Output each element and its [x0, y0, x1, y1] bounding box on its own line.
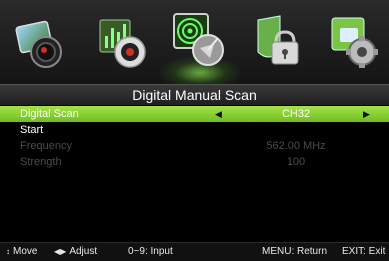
menu-row-strength: Strength 100 — [0, 154, 389, 170]
arrow-right-icon[interactable]: ▶ — [363, 106, 370, 122]
channel-icon — [173, 13, 224, 66]
help-move-label: Move — [13, 246, 38, 257]
tab-sound[interactable] — [96, 14, 150, 72]
page-title: Digital Manual Scan — [132, 87, 257, 103]
title-bar: Digital Manual Scan — [0, 84, 389, 105]
menu-row-start[interactable]: Start — [0, 122, 389, 138]
setup-icon — [331, 17, 378, 68]
help-input: 0~9: Input — [128, 246, 173, 257]
menu-row-label: Frequency — [20, 140, 72, 152]
tab-channel[interactable] — [170, 8, 230, 72]
help-exit: EXIT: Exit — [342, 246, 386, 257]
menu-row-digital-scan[interactable]: Digital Scan ◀ CH32 ▶ — [0, 106, 389, 122]
menu-row-value: CH32 — [281, 108, 311, 120]
left-right-arrow-icon: ◀▶ — [54, 247, 67, 256]
tv-menu-screen: Digital Manual Scan Digital Scan ◀ CH32 … — [0, 0, 389, 261]
up-down-arrow-icon: ↕ — [6, 247, 10, 256]
tab-picture[interactable] — [14, 14, 68, 72]
menu-row-value: 100 — [286, 156, 306, 168]
picture-icon — [15, 20, 62, 68]
arrow-left-icon[interactable]: ◀ — [215, 106, 222, 122]
help-bar: ↕ Move ◀▶ Adjust 0~9: Input MENU: Return E… — [0, 242, 389, 261]
menu-row-value: 562.00 MHz — [266, 140, 326, 152]
help-return: MENU: Return — [262, 246, 328, 257]
lock-icon — [257, 15, 299, 65]
menu-tab-bar — [0, 0, 389, 84]
menu-row-label: Start — [20, 124, 44, 136]
tab-setup[interactable] — [328, 14, 382, 72]
help-move: ↕ Move — [6, 243, 37, 261]
sound-icon — [99, 19, 146, 68]
menu-row-label: Digital Scan — [20, 108, 79, 120]
help-adjust-label: Adjust — [69, 246, 98, 257]
menu-row-label: Strength — [20, 156, 62, 168]
tab-lock[interactable] — [250, 14, 304, 72]
help-adjust: ◀▶ Adjust — [54, 243, 97, 261]
menu-row-frequency: Frequency 562.00 MHz — [0, 138, 389, 154]
